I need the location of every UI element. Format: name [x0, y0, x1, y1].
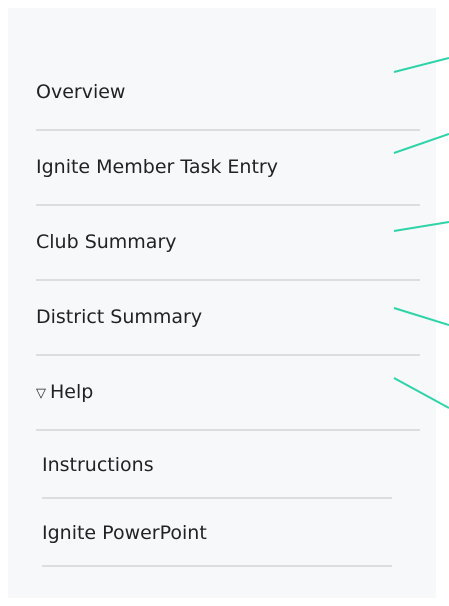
navigation-panel: Overview Ignite Member Task Entry Club S… [8, 8, 436, 598]
nav-item-label: Club Summary [36, 231, 177, 253]
nav-subitem-label: Ignite PowerPoint [42, 522, 207, 544]
nav-item-label: District Summary [36, 306, 203, 328]
triangle-down-icon: ▽ [36, 386, 46, 401]
nav-item-help[interactable]: ▽ Help [36, 356, 420, 431]
nav-subitem-label: Instructions [42, 454, 154, 476]
nav-menu: Overview Ignite Member Task Entry Club S… [36, 56, 420, 431]
nav-item-label: Ignite Member Task Entry [36, 156, 278, 178]
nav-item-label: Help [50, 381, 94, 403]
nav-item-ignite-member-task-entry[interactable]: Ignite Member Task Entry [36, 131, 420, 206]
help-submenu: Instructions Ignite PowerPoint [42, 431, 392, 567]
nav-item-club-summary[interactable]: Club Summary [36, 206, 420, 281]
nav-item-overview[interactable]: Overview [36, 56, 420, 131]
nav-item-label: Overview [36, 81, 126, 103]
nav-subitem-instructions[interactable]: Instructions [42, 431, 392, 499]
nav-subitem-ignite-powerpoint[interactable]: Ignite PowerPoint [42, 499, 392, 567]
nav-item-district-summary[interactable]: District Summary [36, 281, 420, 356]
